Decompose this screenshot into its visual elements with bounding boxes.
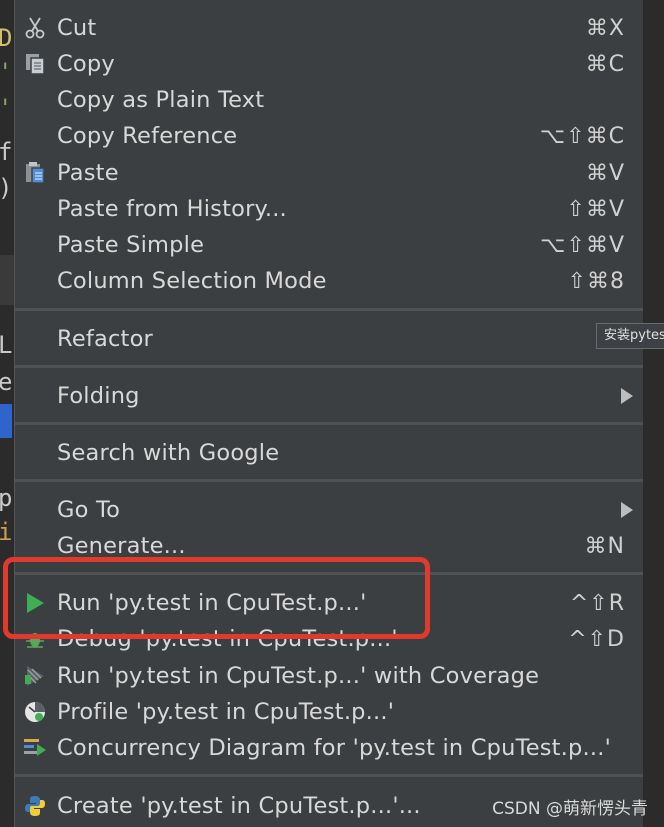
menu-item-run[interactable]: Run 'py.test in CpuTest.p...' ^⇧R: [15, 585, 643, 621]
editor-gutter: D ' ' f ) L e p i: [0, 0, 14, 827]
editor-selection-marker: [0, 404, 12, 438]
menu-item-paste-simple[interactable]: Paste Simple ⌥⇧⌘V: [15, 227, 643, 263]
profile-icon: [21, 698, 49, 726]
menu-item-shortcut: ⌘V: [585, 160, 625, 186]
menu-item-shortcut: ⇧⌘8: [567, 268, 625, 294]
menu-item-shortcut: ⌥⇧⌘C: [539, 123, 625, 149]
menu-item-label: Copy: [57, 51, 115, 77]
menu-item-label: Folding: [57, 383, 140, 409]
scissors-icon: [21, 14, 49, 42]
menu-item-refactor[interactable]: Refactor: [15, 321, 643, 357]
menu-item-shortcut: ^⇧D: [568, 626, 625, 652]
debug-icon: [21, 625, 49, 653]
python-icon: [21, 792, 49, 820]
menu-item-concurrency-diagram[interactable]: Concurrency Diagram for 'py.test in CpuT…: [15, 730, 643, 766]
menu-item-label: Column Selection Mode: [57, 268, 327, 294]
menu-item-label: Profile 'py.test in CpuTest.p...': [57, 699, 395, 725]
menu-item-label: Go To: [57, 497, 121, 523]
concurrency-icon: [21, 734, 49, 762]
menu-separator: [15, 365, 643, 368]
menu-item-label: Refactor: [57, 326, 153, 352]
menu-item-cut[interactable]: Cut ⌘X: [15, 10, 643, 46]
menu-item-search-google[interactable]: Search with Google: [15, 435, 643, 471]
editor-glyph: p: [0, 484, 13, 512]
menu-item-label: Cut: [57, 15, 97, 41]
menu-item-column-selection[interactable]: Column Selection Mode ⇧⌘8: [15, 263, 643, 299]
menu-item-shortcut: ^⇧R: [569, 590, 625, 616]
menu-item-label: Search with Google: [57, 440, 280, 466]
editor-glyph: ): [0, 176, 12, 200]
menu-item-label: Copy Reference: [57, 123, 238, 149]
menu-item-debug[interactable]: Debug 'py.test in CpuTest.p...' ^⇧D: [15, 621, 643, 657]
menu-item-label: Copy as Plain Text: [57, 87, 265, 113]
menu-item-label: Paste Simple: [57, 232, 205, 258]
editor-glyph: L: [0, 331, 13, 359]
menu-separator: [15, 774, 643, 777]
menu-item-shortcut: ⌘N: [584, 533, 625, 559]
editor-line-highlight: [0, 255, 14, 305]
menu-separator: [15, 308, 643, 311]
menu-item-label: Run 'py.test in CpuTest.p...': [57, 590, 367, 616]
menu-item-label: Paste: [57, 160, 119, 186]
menu-item-label: Generate...: [57, 533, 186, 559]
menu-separator: [15, 479, 643, 482]
menu-item-shortcut: ⇧⌘V: [566, 196, 625, 222]
paste-icon: [21, 159, 49, 187]
menu-item-copy[interactable]: Copy ⌘C: [15, 46, 643, 82]
menu-item-paste-history[interactable]: Paste from History... ⇧⌘V: [15, 191, 643, 227]
menu-item-paste[interactable]: Paste ⌘V: [15, 155, 643, 191]
menu-item-folding[interactable]: Folding: [15, 378, 643, 414]
menu-item-label: Create 'py.test in CpuTest.p...'...: [57, 793, 421, 819]
menu-item-shortcut: ⌘X: [585, 15, 625, 41]
editor-glyph: D: [0, 24, 13, 52]
menu-item-profile[interactable]: Profile 'py.test in CpuTest.p...': [15, 694, 643, 730]
run-icon: [21, 589, 49, 617]
editor-glyph: f: [0, 138, 13, 166]
editor-right-area: [644, 0, 664, 827]
menu-item-label: Run 'py.test in CpuTest.p...' with Cover…: [57, 663, 540, 689]
context-menu: Cut ⌘X Copy ⌘C Copy as Plain Text Copy R…: [14, 0, 644, 827]
menu-item-generate[interactable]: Generate... ⌘N: [15, 528, 643, 564]
copy-icon: [21, 50, 49, 78]
editor-glyph: ': [0, 96, 12, 120]
menu-item-copy-plain-text[interactable]: Copy as Plain Text: [15, 82, 643, 118]
menu-separator: [15, 572, 643, 575]
menu-item-label: Concurrency Diagram for 'py.test in CpuT…: [57, 735, 611, 761]
coverage-icon: [21, 662, 49, 690]
submenu-arrow-icon: [621, 388, 633, 404]
submenu-arrow-icon: [621, 502, 633, 518]
editor-glyph: ': [0, 60, 12, 84]
menu-item-go-to[interactable]: Go To: [15, 492, 643, 528]
menu-item-label: Debug 'py.test in CpuTest.p...': [57, 626, 398, 652]
watermark: CSDN @萌新愣头青: [492, 799, 648, 819]
menu-separator: [15, 422, 643, 425]
menu-item-label: Paste from History...: [57, 196, 287, 222]
menu-item-copy-reference[interactable]: Copy Reference ⌥⇧⌘C: [15, 118, 643, 154]
editor-glyph: i: [0, 518, 13, 546]
menu-item-run-coverage[interactable]: Run 'py.test in CpuTest.p...' with Cover…: [15, 658, 643, 694]
editor-glyph: e: [0, 368, 13, 396]
menu-item-shortcut: ⌥⇧⌘V: [540, 232, 625, 258]
menu-item-shortcut: ⌘C: [585, 51, 625, 77]
tooltip: 安装pytest: [596, 323, 664, 349]
